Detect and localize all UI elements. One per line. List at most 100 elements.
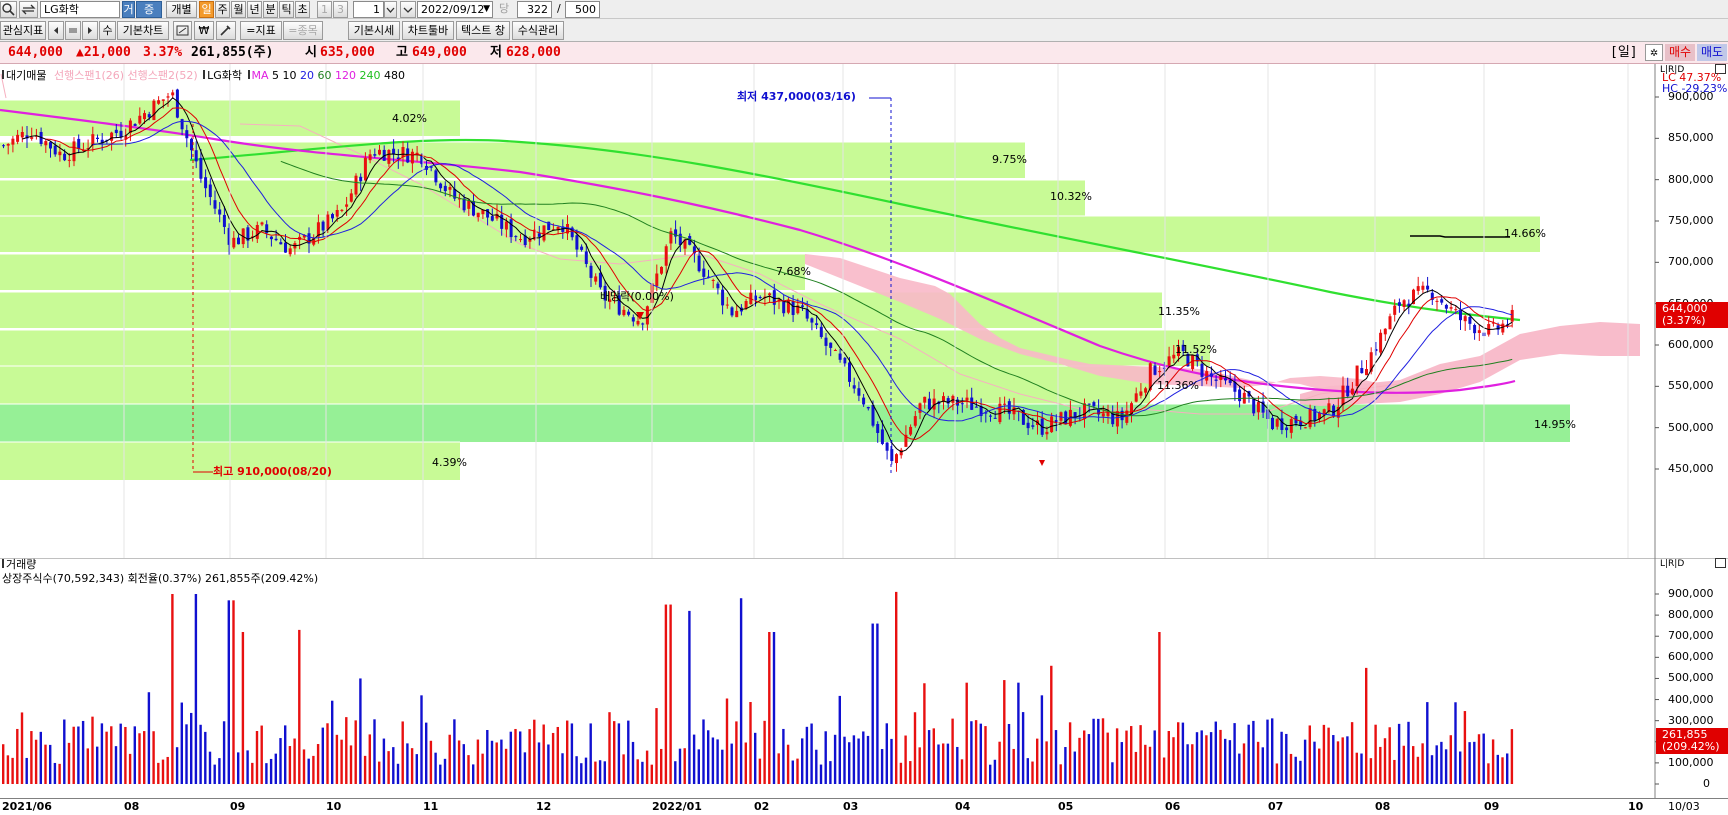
volume-bar: [570, 723, 574, 784]
count-input[interactable]: 322: [517, 1, 552, 18]
basic-chart-button[interactable]: 기본차트: [117, 21, 169, 40]
trading-volume: 261,855(주): [191, 45, 274, 60]
volume-chart-canvas[interactable]: [0, 558, 1728, 798]
preset-3-button[interactable]: 3: [333, 1, 348, 18]
volume-bar: [16, 728, 19, 784]
indicator-button[interactable]: =지표: [240, 21, 282, 40]
volume-bar: [1397, 723, 1401, 784]
date-select[interactable]: 2022/09/12 ▼: [417, 1, 493, 18]
volume-bar: [1491, 739, 1495, 784]
preset-1-button[interactable]: 1: [317, 1, 332, 18]
scroll-left-icon[interactable]: [48, 21, 64, 40]
price-chart-canvas[interactable]: [0, 64, 1728, 558]
수-button[interactable]: 수: [99, 21, 116, 40]
volume-bar: [678, 748, 682, 784]
volume-bar: [885, 723, 888, 784]
volume-axis-menu-icon[interactable]: [1715, 558, 1726, 568]
candle-marker: [1039, 460, 1045, 466]
candle-body: [1205, 371, 1209, 381]
volume-bar: [476, 739, 480, 784]
candle-body: [161, 99, 165, 101]
total-input[interactable]: 500: [565, 1, 600, 18]
volume-bar: [1092, 718, 1095, 784]
period-day-tab[interactable]: 일: [199, 1, 214, 18]
candle-body: [67, 159, 71, 161]
list-icon[interactable]: [65, 21, 81, 40]
price-chart-panel[interactable]: 대기매물 선행스팬1(26) 선행스팬2(52) LG화학 MA 5 10 20…: [0, 64, 1728, 558]
candle-body: [1106, 412, 1110, 417]
chevron-down-icon[interactable]: [384, 1, 397, 18]
volume-bar: [1468, 742, 1471, 784]
candle-body: [11, 138, 15, 145]
candle-body: [194, 150, 198, 162]
volume-bar: [1059, 764, 1062, 784]
text-window-button[interactable]: 텍스트 창: [456, 21, 510, 40]
volume-bar: [237, 752, 240, 784]
candle-body: [359, 176, 363, 182]
volume-bar: [880, 749, 884, 784]
count-separator: /: [557, 2, 561, 15]
zone-pct-label: 11.35%: [1158, 305, 1200, 318]
stock-compare-button[interactable]: =종목: [283, 21, 323, 40]
asterisk-icon[interactable]: ✲: [1645, 44, 1663, 61]
individual-button[interactable]: 개별: [166, 1, 197, 18]
candle-body: [801, 305, 804, 307]
volume-bar: [1421, 743, 1424, 784]
supply-zone: [0, 142, 1025, 178]
period-second-tab[interactable]: 초: [295, 1, 310, 18]
date-tick: 10: [1628, 800, 1644, 813]
candle-body: [871, 404, 875, 426]
period-tick-tab[interactable]: 틱: [279, 1, 294, 18]
candle-body: [1003, 403, 1007, 405]
volume-bar: [1031, 761, 1034, 784]
search-icon[interactable]: [0, 1, 17, 18]
candle-body: [166, 96, 170, 98]
basic-quote-button[interactable]: 기본시세: [348, 21, 400, 40]
volume-bar: [801, 738, 804, 784]
settings-tool-icon[interactable]: [216, 21, 236, 40]
date-tick: 02: [754, 800, 770, 813]
period-week-tab[interactable]: 주: [215, 1, 230, 18]
date-tick: 04: [955, 800, 971, 813]
candle-body: [989, 415, 992, 417]
candle-body: [1473, 324, 1477, 334]
stock-name-input[interactable]: LG화학: [40, 1, 120, 18]
candle-body: [927, 398, 931, 410]
volume-bar: [406, 743, 409, 784]
candle-body: [885, 442, 889, 451]
volume-bar: [321, 727, 324, 784]
zone-pct-label: 7.68%: [776, 265, 811, 278]
sell-button[interactable]: 매도: [1697, 44, 1727, 61]
scroll-right-icon[interactable]: [82, 21, 98, 40]
volume-bar: [942, 743, 945, 784]
date-tick: 09: [1484, 800, 1500, 813]
favorite-indicators-button[interactable]: 관심지표: [0, 21, 46, 40]
volume-axis-header: L|R|D: [1660, 559, 1685, 569]
period-month-tab[interactable]: 월: [231, 1, 246, 18]
supply-zone: [0, 330, 1210, 366]
volume-bar: [833, 734, 837, 784]
won-icon[interactable]: ₩: [194, 21, 214, 40]
candle-body: [1463, 316, 1467, 322]
chart-toolbar-button[interactable]: 차트툴바: [402, 21, 454, 40]
volume-bar: [147, 692, 151, 784]
volume-bar: [260, 725, 263, 784]
chart-tool-icon[interactable]: [173, 21, 192, 40]
sub-toolbar: 관심지표 수 기본차트 ₩ =지표 =종목 기본시세 차트툴바 텍스트 창 수식…: [0, 19, 1728, 42]
period-minute-tab[interactable]: 분: [263, 1, 278, 18]
candle-body: [833, 350, 837, 352]
volume-chart-panel[interactable]: 거래량 상장주식수(70,592,343) 회전율(0.37%) 261,855…: [0, 558, 1728, 798]
period-year-tab[interactable]: 년: [247, 1, 262, 18]
candle-body: [199, 157, 203, 179]
interval-input[interactable]: 1: [353, 1, 384, 18]
formula-manager-button[interactable]: 수식관리: [512, 21, 564, 40]
date-tick-end: 10/03: [1668, 800, 1700, 813]
refresh-icon[interactable]: [19, 1, 38, 18]
date-value: 2022/09/12: [421, 3, 485, 16]
buy-button[interactable]: 매수: [1665, 44, 1695, 61]
chevron-down-icon[interactable]: [400, 1, 416, 18]
current-volume-tag: 261,855 (209.42%): [1656, 728, 1728, 754]
zone-pct-label: 14.95%: [1534, 418, 1576, 431]
volume-bar: [918, 747, 921, 784]
volume-bar: [448, 734, 451, 784]
